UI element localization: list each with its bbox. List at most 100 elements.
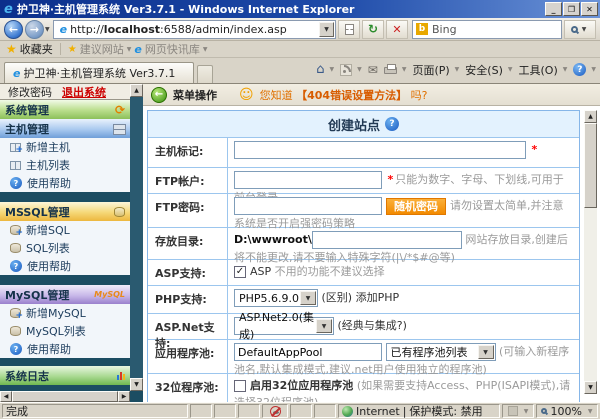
security-menu-button[interactable]: 安全(S) ▼ (465, 62, 512, 78)
scroll-up-button[interactable]: ▲ (130, 84, 143, 97)
stop-button[interactable]: ✕ (386, 19, 408, 39)
row-ftp-account: FTP帐户: *只能为数字、字母、下划线,可用于前台登录 (148, 167, 579, 204)
form-help-icon[interactable]: ? (385, 117, 399, 131)
sidebar-item-host-help[interactable]: ? 使用帮助 (0, 174, 130, 192)
url-field[interactable]: e http://localhost:6588/admin/index.asp … (52, 19, 336, 39)
search-text: Bing (432, 22, 457, 36)
sidebar-item-host-list[interactable]: 主机列表 (0, 156, 130, 174)
change-password-link[interactable]: 修改密码 (8, 84, 52, 100)
restore-button[interactable]: ❐ (563, 2, 580, 16)
sidebar-horizontal-scrollbar[interactable]: ◀ ▶ (0, 391, 130, 402)
tools-menu-button[interactable]: 工具(O) ▼ (519, 62, 568, 78)
search-box[interactable]: b Bing (412, 19, 562, 39)
sidebar-section-mysql[interactable]: MySQL管理 MySQL (0, 285, 130, 304)
menu-back-button[interactable]: ← (151, 86, 167, 103)
print-button[interactable]: ▼ (383, 64, 406, 74)
scrollbar-thumb[interactable] (584, 123, 597, 208)
scroll-left-button[interactable]: ◀ (0, 391, 12, 402)
sidebar-item-mysql-list[interactable]: MySQL列表 (0, 322, 130, 340)
home-button[interactable]: ⌂ ▼ (316, 62, 334, 77)
minimize-button[interactable]: _ (545, 2, 562, 16)
scrollbar-thumb[interactable] (12, 391, 118, 402)
active-tab[interactable]: e 护卫神·主机管理系统 Ver3.7.1 (4, 62, 194, 83)
sync-icon: ⟳ (114, 102, 125, 117)
search-button[interactable]: ▼ (564, 19, 596, 39)
tab-title: 护卫神·主机管理系统 Ver3.7.1 (23, 67, 176, 80)
sidebar-vertical-scrollbar[interactable]: ▲ ▼ (130, 84, 143, 391)
create-site-form: 创建站点 ? 主机标记: * FTP帐户: *只能为数字、字母、下划线,可用于前… (143, 106, 600, 402)
notice-link[interactable]: 【404错误设置方法】 (296, 89, 407, 102)
add-host-icon (10, 142, 23, 155)
asp-checkbox-label: ASP (250, 265, 272, 278)
url-dropdown-button[interactable]: ▼ (319, 21, 334, 37)
suggested-sites-button[interactable]: 建议网站 (80, 41, 124, 57)
help-button[interactable]: ? ▼ (573, 63, 596, 76)
history-dropdown-icon[interactable]: ▼ (45, 26, 50, 33)
add-mysql-icon (10, 308, 23, 321)
random-password-button[interactable]: 随机密码 (386, 197, 446, 215)
logout-link[interactable]: 退出系统 (62, 84, 106, 100)
php-extra-text[interactable]: (区别) 添加PHP (322, 291, 400, 304)
asp-checkbox[interactable]: ✓ (234, 266, 246, 278)
app-pool-input[interactable] (234, 343, 382, 361)
sidebar-account-strip: 修改密码 退出系统 (0, 84, 130, 100)
sidebar-section-system[interactable]: 系统管理 ⟳ (0, 100, 130, 119)
search-options-icon[interactable]: ▼ (582, 26, 587, 33)
web-slices-dropdown-icon[interactable]: ▼ (203, 46, 208, 53)
ftp-password-input[interactable] (234, 197, 382, 215)
required-marker: * (531, 143, 538, 156)
menu-operations-button[interactable]: 菜单操作 (173, 87, 217, 103)
directory-prefix: D:\wwwroot\ (234, 233, 312, 246)
directory-input[interactable] (311, 231, 462, 249)
sidebar-section-host[interactable]: 主机管理 (0, 119, 130, 138)
menu-strip: ← 菜单操作 ☺ 您知道 【404错误设置方法】 吗? (143, 84, 600, 106)
feeds-button[interactable]: ▼ (340, 63, 362, 76)
scroll-up-button[interactable]: ▲ (584, 110, 597, 123)
row-host-tag: 主机标记: * (148, 137, 579, 167)
webslice-page-icon: e (134, 42, 142, 56)
stop-icon: ✕ (392, 22, 402, 36)
zoom-control[interactable]: 100% ▼ (536, 404, 598, 418)
forward-button[interactable]: → (25, 19, 44, 39)
status-options-segment[interactable]: ▼ (502, 404, 534, 418)
sidebar-item-sql-list[interactable]: SQL列表 (0, 239, 130, 257)
security-zone-segment: Internet | 保护模式: 禁用 (338, 404, 500, 418)
php-version-select[interactable]: PHP5.6.9.0 (234, 289, 318, 307)
add-sql-icon (10, 225, 23, 238)
pool32-checkbox[interactable] (234, 380, 246, 392)
host-tag-input[interactable] (234, 141, 526, 159)
form-vertical-scrollbar[interactable]: ▲ ▼ (584, 110, 597, 394)
suggested-sites-dropdown-icon[interactable]: ▼ (127, 46, 132, 53)
sidebar-item-add-mysql[interactable]: 新增MySQL (0, 304, 130, 322)
sidebar-item-sql-help[interactable]: ? 使用帮助 (0, 257, 130, 275)
aspnet-version-select[interactable]: ASP.Net2.0(集成) (234, 311, 334, 341)
sidebar-item-add-sql[interactable]: 新增SQL (0, 221, 130, 239)
row-php: PHP支持: PHP5.6.9.0 (区别) 添加PHP (148, 285, 579, 313)
read-mail-button[interactable]: ✉ (368, 63, 378, 77)
back-button[interactable]: ← (4, 19, 23, 39)
form-title: 创建站点 (327, 118, 380, 134)
status-privacy-segment (262, 404, 288, 418)
close-button[interactable]: ✕ (581, 2, 598, 16)
help-icon: ? (573, 63, 587, 76)
compatibility-icon (344, 23, 354, 35)
refresh-button[interactable]: ↻ (362, 19, 384, 39)
faded-icon (507, 406, 518, 416)
scroll-down-button[interactable]: ▼ (584, 381, 597, 394)
notice-text: 您知道 【404错误设置方法】 吗? (259, 88, 428, 102)
ftp-account-input[interactable] (234, 171, 382, 189)
favorites-button[interactable]: 收藏夹 (20, 41, 53, 57)
sidebar-item-mysql-help[interactable]: ? 使用帮助 (0, 340, 130, 358)
scroll-right-button[interactable]: ▶ (118, 391, 130, 402)
app-pool-select[interactable]: 已有程序池列表 (385, 343, 496, 361)
compatibility-view-button[interactable] (338, 19, 360, 39)
sidebar-section-logs[interactable]: 系统日志 (0, 366, 130, 385)
web-slices-button[interactable]: 网页快讯库 (145, 41, 200, 57)
pool32-label: 32位程序池: (148, 374, 228, 402)
scroll-down-button[interactable]: ▼ (130, 378, 143, 391)
new-tab-button[interactable] (197, 65, 213, 83)
sidebar-item-add-host[interactable]: 新增主机 (0, 138, 130, 156)
sidebar-section-mssql[interactable]: MSSQL管理 (0, 202, 130, 221)
page-menu-button[interactable]: 页面(P) ▼ (412, 62, 459, 78)
